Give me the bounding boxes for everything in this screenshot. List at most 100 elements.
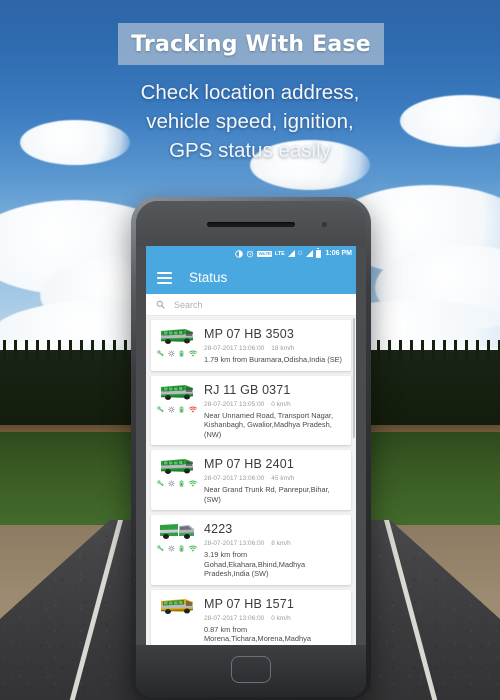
vehicle-details: MP 07 HB 3503 28-07-2017 13:06:00 18 km/h 1… — [204, 326, 344, 365]
search-bar[interactable]: Search — [146, 294, 356, 316]
battery-icon — [178, 545, 185, 552]
earpiece-speaker — [207, 222, 295, 227]
search-input[interactable]: Search — [174, 300, 203, 310]
app-bar: Status — [146, 261, 356, 294]
gps-signal-icon — [188, 545, 197, 552]
ignition-key-icon — [157, 405, 164, 413]
gear-icon — [167, 480, 175, 487]
gear-icon — [167, 545, 175, 552]
volte-icon: VoLTE — [257, 250, 272, 257]
phone-body: VoLTE LTE G 1:06 PM Status Search MP 07 … — [136, 201, 366, 697]
vehicle-details: RJ 11 GB 0371 28-07-2017 13:05:00 0 km/h Ne… — [204, 382, 344, 440]
vehicle-list-item[interactable]: MP 07 HB 1571 28-07-2017 13:06:00 0 km/h 0.… — [151, 589, 351, 645]
ignition-key-icon — [157, 545, 164, 552]
vehicle-speed: 8 km/h — [271, 540, 291, 547]
vehicle-address: Near Unnamed Road, Transport Nagar, Kish… — [204, 410, 333, 439]
vehicle-timestamp: 28-07-2017 13:06:00 — [204, 475, 265, 482]
vehicle-icon-column — [157, 521, 197, 579]
truck-icon — [158, 521, 196, 541]
vehicle-timestamp: 28-07-2017 13:06:00 — [204, 345, 265, 352]
vehicle-icon-column — [157, 326, 197, 365]
battery-icon — [178, 480, 185, 487]
vehicle-plate-number: RJ 11 GB 0371 — [204, 382, 291, 397]
vehicle-list-item[interactable]: MP 07 HB 3503 28-07-2017 13:06:00 18 km/h 1… — [151, 320, 351, 371]
vehicle-address: Near Grand Trunk Rd, Panrepur,Bihar, (SW… — [204, 485, 330, 504]
battery-icon — [315, 247, 321, 258]
gps-signal-icon — [188, 480, 197, 487]
subhead-line-2: vehicle speed, ignition, — [146, 110, 354, 133]
banner-title: Tracking With Ease — [131, 31, 371, 57]
status-icons-row — [157, 405, 197, 413]
brightness-icon — [235, 249, 244, 258]
vehicle-meta: 28-07-2017 13:06:00 45 km/h — [204, 475, 344, 482]
front-camera-icon — [322, 222, 327, 227]
vehicle-list-item[interactable]: RJ 11 GB 0371 28-07-2017 13:05:00 0 km/h Ne… — [151, 375, 351, 445]
vehicle-meta: 28-07-2017 13:06:00 8 km/h — [204, 540, 344, 547]
status-bar-clock: 1:06 PM — [325, 250, 352, 257]
battery-icon — [178, 350, 185, 357]
gps-signal-icon — [188, 406, 197, 413]
vehicle-status-list[interactable]: MP 07 HB 3503 28-07-2017 13:06:00 18 km/h 1… — [146, 316, 356, 645]
vehicle-details: MP 07 HB 1571 28-07-2017 13:06:00 0 km/h 0.… — [204, 596, 344, 644]
vehicle-plate-number: 4223 — [204, 522, 233, 536]
subhead-line-3: GPS status easily — [169, 139, 331, 162]
list-scrollbar[interactable] — [353, 318, 355, 438]
phone-screen: VoLTE LTE G 1:06 PM Status Search MP 07 … — [146, 246, 356, 645]
vehicle-speed: 18 km/h — [271, 345, 295, 352]
phone-mockup: VoLTE LTE G 1:06 PM Status Search MP 07 … — [131, 197, 371, 700]
vehicle-icon-column — [157, 382, 197, 440]
vehicle-meta: 28-07-2017 13:06:00 0 km/h — [204, 615, 344, 622]
gear-icon — [167, 405, 175, 413]
vehicle-details: MP 07 HB 2401 28-07-2017 13:06:00 45 km/h N… — [204, 456, 344, 504]
vehicle-meta: 28-07-2017 13:06:00 18 km/h — [204, 345, 344, 352]
android-status-bar: VoLTE LTE G 1:06 PM — [146, 246, 356, 261]
promo-banner: Tracking With Ease — [118, 23, 384, 65]
vehicle-speed: 45 km/h — [271, 475, 295, 482]
ignition-key-icon — [157, 480, 164, 487]
hamburger-line — [157, 276, 172, 279]
alarm-icon — [246, 250, 254, 258]
gear-icon — [167, 350, 175, 357]
bus-icon — [158, 326, 196, 346]
vehicle-icon-column — [157, 596, 197, 644]
bus-icon — [158, 382, 196, 402]
vehicle-details: 4223 28-07-2017 13:06:00 8 km/h 3.19 km fro… — [204, 521, 344, 579]
vehicle-address: 3.19 km from Gohad,Ekahara,Bhind,Madhya … — [204, 550, 306, 578]
vehicle-speed: 0 km/h — [271, 614, 291, 622]
hamburger-menu-icon[interactable] — [157, 271, 172, 284]
home-button[interactable] — [231, 656, 271, 683]
vehicle-icon-column — [157, 456, 197, 504]
ignition-key-icon — [157, 350, 164, 357]
gps-signal-icon — [188, 350, 197, 357]
bus-icon — [158, 456, 196, 476]
vehicle-address: 1.79 km from Buramara,Odisha,India (SE) — [204, 355, 343, 364]
vehicle-timestamp: 28-07-2017 13:06:00 — [204, 540, 265, 547]
g-network-icon: G — [297, 250, 303, 257]
page-title: Status — [189, 270, 228, 285]
vehicle-speed: 0 km/h — [271, 400, 291, 408]
vehicle-plate-number: MP 07 HB 1571 — [204, 596, 294, 611]
status-icons-row — [157, 480, 197, 487]
phone-top-bezel — [136, 201, 366, 246]
vehicle-list-item[interactable]: 4223 28-07-2017 13:06:00 8 km/h 3.19 km fro… — [151, 515, 351, 585]
vehicle-timestamp: 28-07-2017 13:06:00 — [204, 614, 265, 622]
vehicle-meta: 28-07-2017 13:05:00 0 km/h — [204, 401, 344, 408]
hamburger-line — [157, 271, 172, 274]
bus-icon — [158, 596, 196, 616]
signal-icon — [287, 250, 295, 257]
phone-bottom-bezel — [136, 645, 366, 697]
hamburger-line — [157, 281, 172, 284]
vehicle-list-item[interactable]: MP 07 HB 2401 28-07-2017 13:06:00 45 km/h N… — [151, 450, 351, 510]
status-icons-row — [157, 545, 197, 552]
vehicle-address: 0.87 km from Morena,Tichara,Morena,Madhy… — [204, 624, 311, 644]
promo-subheadline: Check location address, vehicle speed, i… — [0, 78, 500, 165]
battery-icon — [178, 405, 185, 413]
lte-icon: LTE — [274, 250, 285, 257]
search-icon — [156, 296, 165, 314]
status-icons-row — [157, 350, 197, 357]
signal-icon-2 — [305, 250, 313, 257]
vehicle-timestamp: 28-07-2017 13:05:00 — [204, 400, 265, 408]
vehicle-plate-number: MP 07 HB 3503 — [204, 327, 294, 341]
subhead-line-1: Check location address, — [140, 81, 360, 104]
vehicle-plate-number: MP 07 HB 2401 — [204, 457, 294, 471]
